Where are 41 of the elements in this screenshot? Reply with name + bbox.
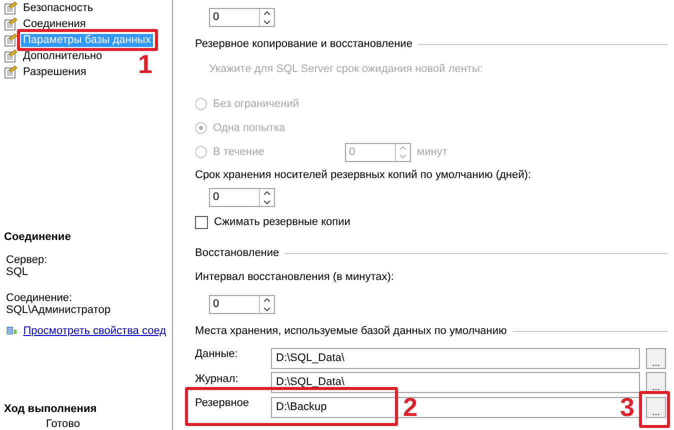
page-wrench-icon bbox=[4, 17, 18, 31]
interval-label: Интервал восстановления (в минутах): bbox=[195, 271, 395, 284]
group-title: Резервное копирование и восстановление bbox=[195, 38, 412, 51]
path-label: Резервное bbox=[195, 396, 250, 410]
browse-button[interactable]: ... bbox=[646, 396, 666, 418]
status-text: Готово bbox=[45, 418, 81, 430]
page-item[interactable]: Разрешения bbox=[21, 66, 88, 78]
radio-label: В течение bbox=[213, 146, 266, 158]
spin-field[interactable]: 0 bbox=[209, 8, 275, 27]
retention-label: Срок хранения носителей резервных копий по умолчанию (дней): bbox=[195, 169, 532, 182]
section-title: Соединение bbox=[3, 230, 72, 245]
page-item[interactable]: Соединения bbox=[21, 18, 88, 30]
step-number: 2 bbox=[403, 394, 418, 420]
connection-properties-link[interactable]: Просмотреть свойства соед bbox=[23, 324, 166, 338]
highlight-frame bbox=[639, 391, 670, 428]
section-title: Ход выполнения bbox=[3, 402, 98, 417]
path-label: Журнал: bbox=[195, 372, 240, 386]
radio-label: Без ограничений bbox=[213, 98, 299, 110]
group-title: Восстановление bbox=[195, 247, 280, 260]
page-item[interactable]: Безопасность bbox=[21, 2, 96, 14]
group-title: Места хранения, используемые базой данных по умолчанию bbox=[195, 325, 507, 338]
unit-label: минут bbox=[417, 146, 448, 158]
hint-text: Укажите для SQL Server срок ожидания новой ленты: bbox=[208, 63, 484, 76]
spin-field[interactable]: 0 bbox=[209, 295, 275, 314]
browse-button[interactable]: ... bbox=[646, 372, 666, 394]
page-wrench-icon bbox=[4, 65, 18, 79]
page-wrench-icon bbox=[4, 49, 18, 63]
checkbox-label: Сжимать резервные копии bbox=[214, 216, 350, 228]
browse-button[interactable]: ... bbox=[646, 348, 666, 369]
path-label: Данные: bbox=[195, 347, 239, 361]
radio-label: Одна попытка bbox=[213, 122, 286, 134]
connection-label: Соединение: bbox=[5, 292, 74, 304]
page-wrench-icon bbox=[4, 33, 18, 47]
server-value: SQL bbox=[5, 266, 30, 278]
connection-value: SQL\Администратор bbox=[5, 304, 112, 316]
path-field[interactable]: D:\SQL_Data\ bbox=[271, 372, 640, 394]
server-label: Сервер: bbox=[5, 254, 48, 266]
page-item[interactable]: Дополнительно bbox=[21, 50, 104, 62]
step-number: 1 bbox=[138, 51, 152, 77]
step-number: 3 bbox=[620, 394, 634, 420]
path-field[interactable]: D:\SQL_Data\ bbox=[271, 348, 640, 369]
